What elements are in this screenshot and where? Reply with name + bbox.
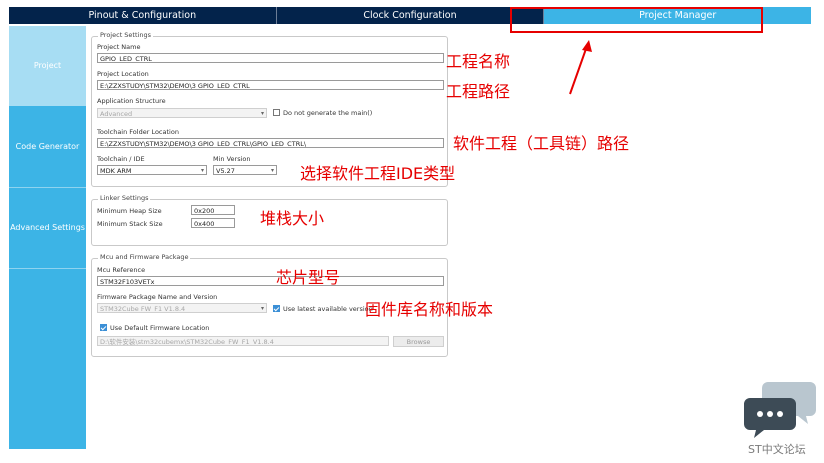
application-structure-select[interactable]: Advanced ▾: [97, 108, 267, 118]
min-version-select[interactable]: V5.27 ▾: [213, 165, 277, 175]
project-settings-legend: Project Settings: [98, 31, 153, 39]
min-version-value: V5.27: [216, 167, 235, 175]
use-default-firmware-location-label: Use Default Firmware Location: [110, 324, 210, 332]
min-heap-size-input[interactable]: 0x200: [191, 205, 235, 215]
no-main-label: Do not generate the main(): [283, 109, 373, 117]
sidebar-item-code-generator[interactable]: Code Generator: [9, 107, 86, 187]
application-structure-label: Application Structure: [97, 97, 166, 105]
mcu-reference-input[interactable]: STM32F103VETx: [97, 276, 444, 286]
annotation-project-path: 工程路径: [446, 82, 511, 101]
sidebar-item-project[interactable]: Project: [9, 26, 86, 106]
annotation-toolchain-path: 软件工程（工具链）路径: [453, 134, 630, 153]
annotation-chip-model: 芯片型号: [276, 268, 341, 287]
application-structure-value: Advanced: [100, 110, 133, 118]
no-main-checkbox[interactable]: [273, 109, 280, 116]
annotation-project-name: 工程名称: [446, 52, 511, 71]
sidebar-item-advanced-settings[interactable]: Advanced Settings: [9, 188, 86, 268]
min-stack-size-label: Minimum Stack Size: [97, 220, 163, 228]
tab-pinout-configuration[interactable]: Pinout & Configuration: [9, 7, 277, 24]
sidebar-divider: [9, 268, 86, 269]
use-latest-version-label: Use latest available version: [283, 305, 373, 313]
firmware-location-input[interactable]: D:\软件安装\stm32cubemx\STM32Cube_FW_F1_V1.8…: [97, 336, 389, 346]
annotation-highlight-box: [510, 7, 763, 33]
project-name-label: Project Name: [97, 43, 141, 51]
sidebar: Project Code Generator Advanced Settings: [9, 26, 86, 449]
browse-button[interactable]: Browse: [393, 336, 444, 347]
project-name-input[interactable]: GPIO_LED_CTRL: [97, 53, 444, 63]
chevron-down-icon: ▾: [260, 305, 264, 312]
toolchain-folder-input[interactable]: E:\ZZXSTUDY\STM32\DEMO\3 GPIO_LED_CTRL\G…: [97, 138, 444, 148]
use-default-firmware-location-checkbox[interactable]: [100, 324, 107, 331]
min-heap-size-label: Minimum Heap Size: [97, 207, 162, 215]
min-stack-size-input[interactable]: 0x400: [191, 218, 235, 228]
toolchain-ide-value: MDK ARM: [100, 167, 132, 175]
chat-bubble-icon: [744, 382, 816, 438]
tab-clock-configuration[interactable]: Clock Configuration: [277, 7, 545, 24]
firmware-package-select[interactable]: STM32Cube FW_F1 V1.8.4 ▾: [97, 303, 267, 313]
chevron-down-icon: ▾: [200, 167, 204, 174]
forum-brand-label: ST中文论坛: [748, 443, 806, 456]
annotation-firmware: 固件库名称和版本: [365, 300, 494, 319]
toolchain-folder-label: Toolchain Folder Location: [97, 128, 179, 136]
project-location-input[interactable]: E:\ZZXSTUDY\STM32\DEMO\3 GPIO_LED_CTRL: [97, 80, 444, 90]
chevron-down-icon: ▾: [260, 110, 264, 117]
toolchain-ide-select[interactable]: MDK ARM ▾: [97, 165, 207, 175]
project-location-label: Project Location: [97, 70, 149, 78]
chevron-down-icon: ▾: [270, 167, 274, 174]
annotation-arrow: [569, 40, 592, 95]
annotation-stack-size: 堆栈大小: [260, 209, 325, 228]
mcu-firmware-legend: Mcu and Firmware Package: [98, 253, 191, 261]
toolchain-ide-label: Toolchain / IDE: [97, 155, 145, 163]
firmware-package-value: STM32Cube FW_F1 V1.8.4: [100, 305, 186, 313]
linker-settings-legend: Linker Settings: [98, 194, 151, 202]
mcu-reference-label: Mcu Reference: [97, 266, 146, 274]
min-version-label: Min Version: [213, 155, 251, 163]
annotation-ide-type: 选择软件工程IDE类型: [300, 164, 456, 183]
firmware-package-label: Firmware Package Name and Version: [97, 293, 218, 301]
use-latest-version-checkbox[interactable]: [273, 305, 280, 312]
